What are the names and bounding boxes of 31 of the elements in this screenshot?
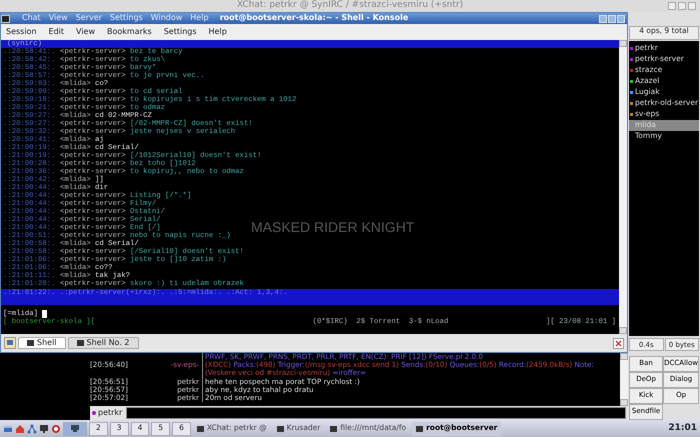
text-cursor bbox=[42, 310, 48, 318]
window-title: root@bootserver-skola:~ - Shell - Konsole bbox=[220, 13, 408, 22]
close-icon[interactable] bbox=[617, 14, 625, 22]
input-field[interactable] bbox=[126, 407, 626, 419]
menu-item[interactable]: Bookmarks bbox=[107, 28, 152, 36]
monitor-icon[interactable] bbox=[39, 424, 49, 434]
maximize-icon[interactable] bbox=[608, 14, 616, 22]
tab[interactable]: Shell bbox=[18, 336, 66, 350]
menu-item[interactable]: View bbox=[76, 28, 96, 36]
house-icon[interactable] bbox=[15, 424, 25, 434]
desktop-button[interactable] bbox=[63, 422, 87, 436]
menu-item[interactable]: Help bbox=[208, 28, 227, 36]
clock: 21:01 bbox=[668, 424, 697, 434]
new-tab-icon[interactable] bbox=[4, 337, 16, 349]
minimize-icon[interactable] bbox=[599, 14, 607, 22]
menu-item[interactable]: Settings bbox=[164, 28, 197, 36]
window-icon[interactable] bbox=[3, 424, 13, 434]
menu-item[interactable]: Session bbox=[6, 28, 37, 36]
wallpaper-text: MASKED RIDER KNIGHT bbox=[251, 223, 414, 231]
menu-item[interactable]: Edit bbox=[48, 28, 64, 36]
window-title: XChat: petrkr @ SynIRC / #strazci-vesmiru (+sntr) bbox=[236, 1, 464, 11]
terminal-icon bbox=[1, 14, 10, 22]
status-dot bbox=[92, 410, 96, 415]
tab[interactable]: Shell No. 2 bbox=[68, 336, 138, 350]
ring-icon[interactable] bbox=[51, 424, 61, 434]
scrollbar[interactable] bbox=[619, 40, 627, 334]
close-tab-icon[interactable] bbox=[613, 338, 624, 348]
nick-label: petrkr bbox=[98, 408, 122, 418]
network-icon[interactable] bbox=[27, 424, 37, 434]
scrollbar[interactable] bbox=[620, 353, 628, 406]
monitor-icon bbox=[70, 424, 80, 433]
